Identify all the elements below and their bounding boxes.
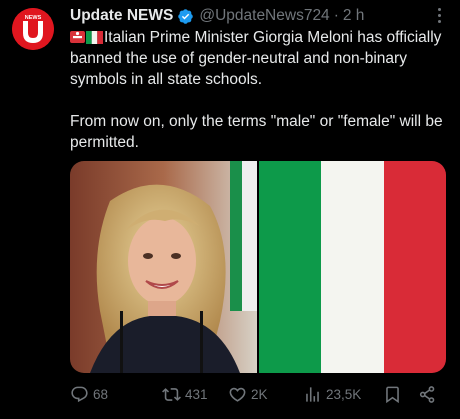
verified-badge-icon [178,8,194,24]
share-icon [419,386,435,403]
portrait-photo[interactable] [70,161,257,373]
tweet-text-1: Italian Prime Minister Giorgia Meloni ha… [70,29,442,88]
italy-flag-icon [86,31,103,44]
views-count: 23,5K [326,387,362,402]
reply-icon [71,386,88,403]
reply-count: 68 [93,387,109,402]
views-button[interactable]: 23,5K [303,385,361,404]
news-logo-icon: NEWS [12,8,54,50]
like-button[interactable]: 2K [228,385,268,404]
retweet-button[interactable]: 431 [162,385,208,404]
no-entry-sign-icon [70,31,85,43]
tweet[interactable]: NEWS Update NEWS @UpdateNews724 · 2 h It… [0,0,460,419]
timestamp[interactable]: 2 h [343,7,365,25]
bookmark-icon [386,386,399,404]
action-bar: 68 431 2K 23,5K [70,385,450,407]
reply-button[interactable]: 68 [70,385,108,404]
display-name[interactable]: Update NEWS [70,7,173,25]
handle[interactable]: @UpdateNews724 [199,7,329,25]
tweet-media[interactable] [70,161,446,373]
views-icon [306,387,319,402]
retweet-count: 431 [185,387,208,402]
like-icon [229,387,246,402]
separator: · [333,7,339,24]
more-options-icon[interactable] [436,8,442,26]
share-button[interactable] [418,385,441,404]
tweet-header: Update NEWS @UpdateNews724 · 2 h [70,6,420,26]
tweet-text: Italian Prime Minister Giorgia Meloni ha… [70,27,450,153]
avatar-label: NEWS [25,15,42,21]
tweet-paragraph-1: Italian Prime Minister Giorgia Meloni ha… [70,27,450,90]
bookmark-button[interactable] [383,385,406,404]
avatar[interactable]: NEWS [12,8,54,50]
like-count: 2K [251,387,268,402]
retweet-icon [162,388,181,401]
italian-flag-photo[interactable] [259,161,446,373]
tweet-paragraph-2: From now on, only the terms "male" or "f… [70,111,450,153]
tweet-text-2: From now on, only the terms "male" or "f… [70,113,443,151]
